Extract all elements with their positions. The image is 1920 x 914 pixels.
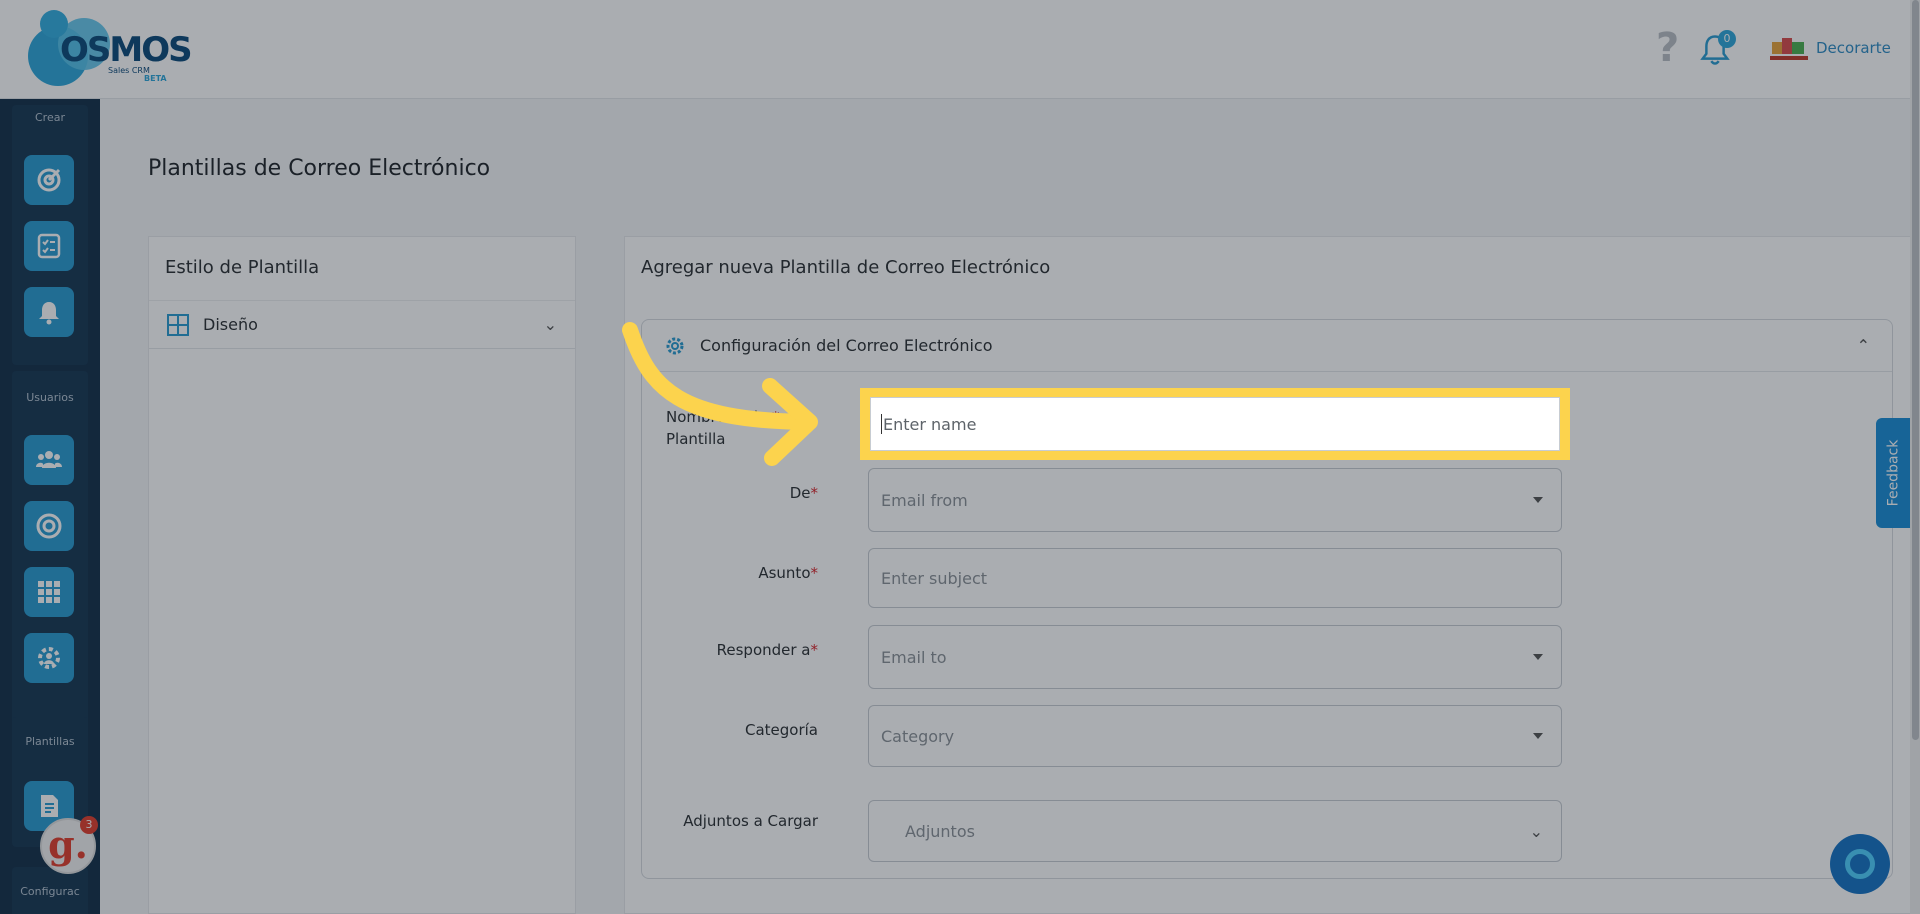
sidebar-item-opportunity[interactable] [24,155,74,205]
sidebar-item-modules[interactable] [24,567,74,617]
alarm-icon [39,302,59,325]
settings-users-icon [38,647,60,669]
template-name-input[interactable]: Enter name [870,397,1560,451]
chevron-up-icon[interactable]: ⌃ [1857,336,1870,355]
design-accordion[interactable]: Diseño ⌄ [149,301,575,349]
category-placeholder: Category [881,726,955,746]
category-select[interactable]: Category [868,705,1562,767]
text-cursor [881,414,882,434]
scrollbar-thumb[interactable] [1912,0,1919,740]
sidebar-item-tasks[interactable] [24,221,74,271]
required-mark: * [810,564,819,582]
attachments-select[interactable]: Adjuntos ⌄ [868,800,1562,862]
email-from-placeholder: Email from [881,490,968,510]
g-badge-count: 3 [80,816,98,834]
dropdown-caret-icon [1533,497,1543,503]
page-scrollbar[interactable] [1910,0,1920,914]
template-style-title: Estilo de Plantilla [149,237,575,301]
category-label: Categoría [744,721,818,739]
notification-count: 0 [1718,30,1736,48]
feedback-label: Feedback [1885,439,1902,507]
attachments-placeholder: Adjuntos [905,821,975,841]
email-to-select[interactable]: Email to [868,625,1562,689]
new-template-title: Agregar nueva Plantilla de Correo Electr… [641,257,1051,278]
question-icon[interactable]: ? [1656,26,1686,70]
from-label: De* [640,484,818,502]
email-to-placeholder: Email to [881,647,947,667]
top-header: OSMOS Sales CRM BETA ? 0 Decorarte [0,0,1920,99]
subject-placeholder: Enter subject [881,568,988,588]
template-name-placeholder: Enter name [883,414,977,434]
chat-launcher-button[interactable] [1830,834,1890,894]
design-accordion-label: Diseño [203,315,258,334]
users-icon [36,451,62,468]
subject-input[interactable]: Enter subject [868,548,1562,608]
page-title: Plantillas de Correo Electrónico [148,156,491,181]
sidebar: Crear Usuarios Plantillas Configurac [0,99,100,914]
from-label-text: De [789,484,811,502]
sidebar-label-usuarios: Usuarios [26,391,74,404]
sidebar-item-user-settings[interactable] [24,633,74,683]
target-ring-icon [36,513,62,539]
chat-icon [1845,849,1875,879]
osmos-logo[interactable]: OSMOS Sales CRM BETA [24,8,193,90]
template-style-panel: Estilo de Plantilla Diseño ⌄ [148,236,576,914]
email-from-select[interactable]: Email from [868,468,1562,532]
chevron-down-icon: ⌄ [543,315,557,334]
required-mark: * [810,641,819,659]
reply-to-label-text: Responder a [716,641,811,659]
sidebar-label-plantillas: Plantillas [25,735,75,748]
sidebar-item-users[interactable] [24,435,74,485]
sidebar-label-config[interactable]: Configurac [0,885,100,898]
layout-grid-icon [167,313,189,336]
logo-beta: BETA [144,74,167,83]
sidebar-item-goals[interactable] [24,501,74,551]
logo-word: OSMOS [60,30,193,70]
chevron-down-icon: ⌄ [1529,821,1543,841]
sidebar-item-reminders[interactable] [24,287,74,337]
template-doc-icon [41,795,58,817]
required-mark: * [810,484,819,502]
dropdown-caret-icon [1533,733,1543,739]
checklist-icon [37,233,61,259]
tutorial-arrow-icon [622,322,818,466]
target-icon [37,168,61,192]
feedback-tab[interactable]: Feedback [1876,418,1910,528]
attachments-label: Adjuntos a Cargar [683,812,818,830]
sidebar-label-crear: Crear [35,111,65,124]
dropdown-caret-icon [1533,654,1543,660]
reply-to-label: Responder a* [640,641,818,659]
subject-label: Asunto* [640,564,818,582]
grid-icon [38,581,60,603]
subject-label-text: Asunto [758,564,811,582]
company-logo-icon[interactable] [1770,34,1808,62]
company-name[interactable]: Decorarte [1816,39,1891,57]
